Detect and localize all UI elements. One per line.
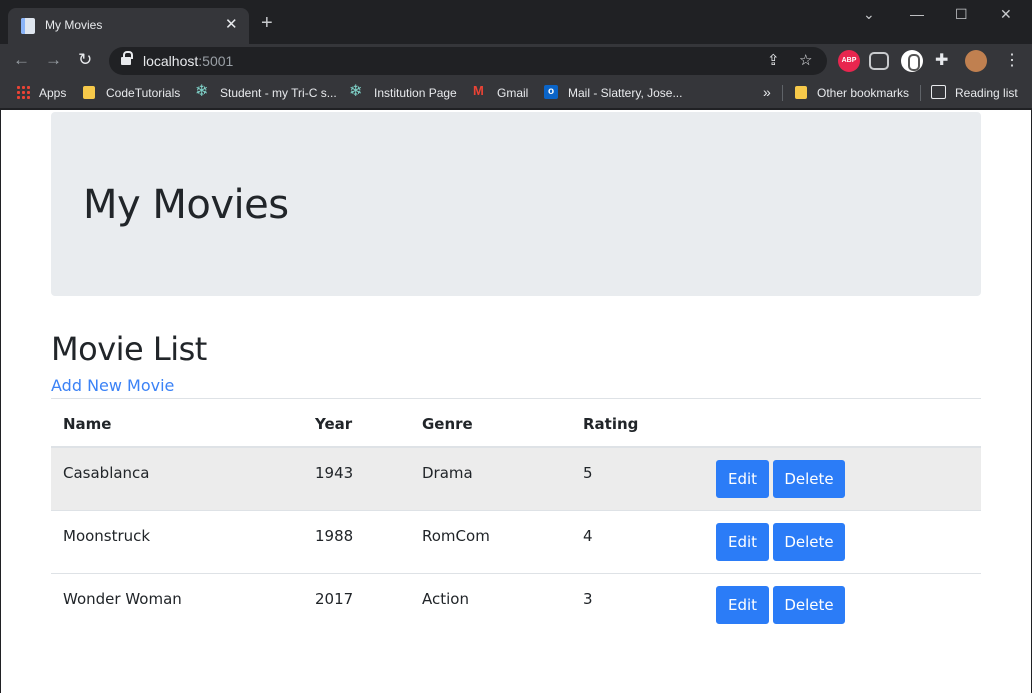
browser-menu-icon[interactable]: ⋮ bbox=[1004, 50, 1020, 70]
folder-icon bbox=[83, 86, 95, 99]
reading-list-icon bbox=[931, 85, 946, 99]
share-icon[interactable]: ⇪ bbox=[767, 51, 780, 69]
page-viewport: My Movies Movie List Add New Movie Name … bbox=[1, 110, 1031, 693]
add-new-movie-link[interactable]: Add New Movie bbox=[51, 376, 174, 395]
movie-genre: Action bbox=[422, 590, 469, 608]
servicenow-icon: ❄ bbox=[349, 83, 363, 100]
bookmarks-divider bbox=[782, 85, 783, 101]
movie-year: 2017 bbox=[315, 590, 354, 608]
privacy-extension-icon[interactable] bbox=[901, 50, 923, 72]
minimize-icon[interactable]: — bbox=[910, 6, 924, 22]
more-bookmarks-chevron-icon[interactable]: » bbox=[763, 84, 771, 100]
movie-genre: RomCom bbox=[422, 527, 490, 545]
jumbotron: My Movies bbox=[51, 112, 981, 296]
extension-icon[interactable] bbox=[869, 52, 889, 70]
movie-name: Casablanca bbox=[63, 464, 150, 482]
adblock-extension-icon[interactable]: ABP bbox=[838, 50, 860, 72]
movie-rating: 4 bbox=[583, 527, 593, 545]
table-row: Moonstruck 1988 RomCom 4 Edit Delete bbox=[51, 511, 981, 574]
movie-name: Moonstruck bbox=[63, 527, 151, 545]
back-icon[interactable]: ← bbox=[13, 49, 30, 71]
movie-table: Name Year Genre Rating Casablanca 1943 D… bbox=[51, 398, 981, 637]
close-tab-icon[interactable]: ✕ bbox=[225, 16, 238, 34]
bookmark-mail[interactable]: Mail - Slattery, Jose... bbox=[568, 86, 682, 100]
delete-button[interactable]: Delete bbox=[773, 586, 845, 624]
outlook-icon: o bbox=[544, 85, 558, 99]
movie-year: 1988 bbox=[315, 527, 354, 545]
movie-name: Wonder Woman bbox=[63, 590, 182, 608]
column-header-year: Year bbox=[315, 415, 353, 433]
bookmark-other[interactable]: Other bookmarks bbox=[817, 86, 909, 100]
lock-icon[interactable] bbox=[121, 51, 133, 67]
servicenow-icon: ❄ bbox=[195, 83, 209, 100]
gmail-icon: M bbox=[473, 83, 484, 98]
movie-rating: 3 bbox=[583, 590, 593, 608]
page-favicon-icon bbox=[21, 18, 35, 34]
column-header-rating: Rating bbox=[583, 415, 639, 433]
tab-title: My Movies bbox=[45, 18, 103, 32]
bookmark-reading-list[interactable]: Reading list bbox=[955, 86, 1018, 100]
column-header-genre: Genre bbox=[422, 415, 473, 433]
profile-avatar[interactable] bbox=[965, 50, 987, 72]
bookmarks-bar: Apps CodeTutorials ❄ Student - my Tri-C … bbox=[0, 78, 1032, 109]
delete-button[interactable]: Delete bbox=[773, 460, 845, 498]
tab-strip: My Movies ✕ + ⌄ — ☐ ✕ bbox=[0, 0, 1032, 44]
delete-button[interactable]: Delete bbox=[773, 523, 845, 561]
extensions-puzzle-icon[interactable]: ✚ bbox=[935, 50, 948, 70]
address-bar[interactable]: localhost:5001 ⇪ ☆ bbox=[109, 47, 827, 75]
column-header-name: Name bbox=[63, 415, 112, 433]
bookmark-student[interactable]: Student - my Tri-C s... bbox=[220, 86, 337, 100]
section-title: Movie List bbox=[51, 330, 207, 368]
movie-year: 1943 bbox=[315, 464, 354, 482]
table-row: Wonder Woman 2017 Action 3 Edit Delete bbox=[51, 574, 981, 637]
bookmark-star-icon[interactable]: ☆ bbox=[799, 51, 812, 69]
browser-toolbar: ← → ↻ localhost:5001 ⇪ ☆ ABP ✚ ⋮ bbox=[0, 44, 1032, 78]
bookmark-codetutorials[interactable]: CodeTutorials bbox=[106, 86, 180, 100]
maximize-icon[interactable]: ☐ bbox=[955, 6, 968, 23]
table-header: Name Year Genre Rating bbox=[51, 398, 981, 448]
table-row: Casablanca 1943 Drama 5 Edit Delete bbox=[51, 448, 981, 511]
browser-tab[interactable]: My Movies ✕ bbox=[8, 8, 249, 44]
edit-button[interactable]: Edit bbox=[716, 460, 769, 498]
reload-icon[interactable]: ↻ bbox=[78, 49, 92, 71]
bookmark-gmail[interactable]: Gmail bbox=[497, 86, 528, 100]
url-port: :5001 bbox=[198, 53, 234, 69]
url-text[interactable]: localhost:5001 bbox=[143, 53, 233, 69]
edit-button[interactable]: Edit bbox=[716, 586, 769, 624]
forward-icon[interactable]: → bbox=[45, 49, 62, 71]
apps-grid-icon bbox=[16, 85, 30, 99]
url-host: localhost bbox=[143, 53, 199, 69]
page-title: My Movies bbox=[83, 182, 289, 228]
bookmarks-divider bbox=[920, 85, 921, 101]
movie-genre: Drama bbox=[422, 464, 473, 482]
bookmark-apps[interactable]: Apps bbox=[39, 86, 66, 100]
edit-button[interactable]: Edit bbox=[716, 523, 769, 561]
bookmark-institution[interactable]: Institution Page bbox=[374, 86, 457, 100]
movie-rating: 5 bbox=[583, 464, 593, 482]
tab-search-icon[interactable]: ⌄ bbox=[863, 6, 875, 23]
close-window-icon[interactable]: ✕ bbox=[1000, 6, 1012, 23]
new-tab-icon[interactable]: + bbox=[261, 13, 273, 33]
folder-icon bbox=[795, 86, 807, 99]
